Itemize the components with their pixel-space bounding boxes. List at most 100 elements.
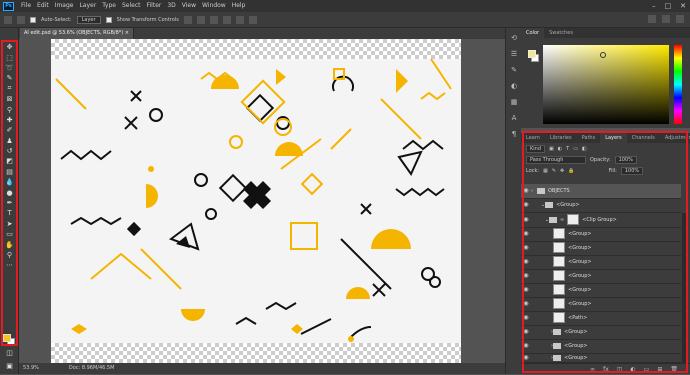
hand-tool-icon[interactable]: ✋ (0, 239, 19, 249)
search-icon[interactable] (648, 15, 656, 23)
filter-type-icon[interactable]: T (566, 146, 569, 152)
tab-adjustments[interactable]: Adjustments (660, 133, 690, 143)
tab-layers[interactable]: Layers (600, 133, 627, 143)
visibility-eye-icon[interactable]: ◉ (521, 272, 531, 279)
document-tab[interactable]: AI edit.psd @ 53.6% (OBJECTS, RGB/8*) × (20, 28, 134, 39)
align-middle-icon[interactable] (235, 15, 244, 24)
visibility-eye-icon[interactable]: ◉ (521, 258, 531, 265)
menu-layer[interactable]: Layer (76, 0, 99, 12)
pen-tool-icon[interactable]: ✒ (0, 198, 19, 208)
tab-paths[interactable]: Paths (577, 133, 601, 143)
screen-mode-icon[interactable]: ▣ (0, 361, 19, 371)
lock-image-icon[interactable]: ✎ (552, 168, 556, 174)
clone-stamp-tool-icon[interactable]: ♟ (0, 136, 19, 146)
maximize-button[interactable]: □ (665, 0, 672, 12)
menu-view[interactable]: View (179, 0, 199, 12)
path-select-tool-icon[interactable]: ➤ (0, 219, 19, 229)
layer-row[interactable]: ◉ <Group> (521, 255, 681, 270)
lock-transparent-icon[interactable]: ▦ (543, 168, 548, 174)
visibility-eye-icon[interactable]: ◉ (521, 216, 531, 223)
align-left-icon[interactable] (183, 15, 192, 24)
zoom-level[interactable]: 53.9% (23, 363, 39, 374)
eyedropper-tool-icon[interactable]: ⚲ (0, 104, 19, 114)
delete-layer-icon[interactable]: 🗑 (670, 364, 678, 374)
filter-shape-icon[interactable]: ▭ (573, 146, 578, 152)
visibility-eye-icon[interactable]: ◉ (521, 201, 531, 208)
visibility-eye-icon[interactable]: ◉ (521, 187, 531, 194)
layer-row[interactable]: ◉ › <Group> (521, 325, 681, 340)
quick-select-tool-icon[interactable]: ✎ (0, 73, 19, 83)
history-brush-tool-icon[interactable]: ↺ (0, 146, 19, 156)
brush-tool-icon[interactable]: ✐ (0, 125, 19, 135)
visibility-eye-icon[interactable]: ◉ (521, 300, 531, 307)
type-tool-icon[interactable]: T (0, 208, 19, 218)
rectangle-tool-icon[interactable]: ▭ (0, 229, 19, 239)
menu-help[interactable]: Help (229, 0, 249, 12)
visibility-eye-icon[interactable]: ◉ (521, 328, 531, 335)
layer-row[interactable]: ◉ <Group> (521, 283, 681, 298)
lasso-tool-icon[interactable]: ➰ (0, 63, 19, 73)
layer-row[interactable]: ◉ ⌄ <Group> (521, 198, 681, 213)
new-layer-icon[interactable]: ⊞ (657, 364, 662, 374)
filter-adjustment-icon[interactable]: ◐ (558, 146, 562, 152)
crop-tool-icon[interactable]: ⌗ (0, 84, 19, 94)
auto-select-target-dropdown[interactable]: Layer (76, 15, 101, 24)
zoom-tool-icon[interactable]: ⚲ (0, 250, 19, 260)
link-layers-icon[interactable]: ∞ (590, 364, 595, 374)
adjustment-layer-icon[interactable]: ◐ (630, 364, 635, 374)
gradient-tool-icon[interactable]: ▤ (0, 167, 19, 177)
tab-swatches[interactable]: Swatches (544, 28, 578, 38)
visibility-eye-icon[interactable]: ◉ (521, 286, 531, 293)
brush-settings-icon[interactable]: ✎ (507, 64, 521, 76)
layer-row[interactable]: ◉ › <Group> (521, 339, 681, 354)
panel-foreground-swatch[interactable] (528, 50, 536, 58)
move-tool-icon[interactable] (17, 15, 25, 24)
eraser-tool-icon[interactable]: ◩ (0, 156, 19, 166)
layer-row[interactable]: ◉ <Group> (521, 269, 681, 284)
lock-position-icon[interactable]: ✥ (560, 168, 564, 174)
transform-controls-checkbox[interactable] (105, 16, 112, 23)
fill-input[interactable]: 100% (620, 166, 644, 175)
layer-row[interactable]: ◉ › OBJECTS (521, 184, 681, 199)
layer-row[interactable]: ◉ › <Group> (521, 353, 681, 363)
menu-3d[interactable]: 3D (164, 0, 178, 12)
filter-smart-object-icon[interactable]: ◧ (582, 146, 587, 152)
align-center-icon[interactable] (196, 15, 205, 24)
menu-filter[interactable]: Filter (144, 0, 165, 12)
filter-kind-dropdown[interactable]: Kind (526, 144, 546, 153)
visibility-eye-icon[interactable]: ◉ (521, 342, 531, 349)
paragraph-icon[interactable]: ¶ (507, 128, 521, 140)
menu-select[interactable]: Select (119, 0, 144, 12)
adjust-icon[interactable]: ◐ (507, 80, 521, 92)
tab-libraries[interactable]: Libraries (545, 133, 577, 143)
visibility-eye-icon[interactable]: ◉ (521, 230, 531, 237)
menu-file[interactable]: File (18, 0, 34, 12)
visibility-eye-icon[interactable]: ◉ (521, 314, 531, 321)
tab-channels[interactable]: Channels (627, 133, 660, 143)
menu-image[interactable]: Image (52, 0, 77, 12)
opacity-input[interactable]: 100% (614, 155, 637, 164)
libraries-icon[interactable]: ▦ (507, 96, 521, 108)
layer-row[interactable]: ◉ <Group> (521, 227, 681, 242)
layer-row[interactable]: ◉ <Group> (521, 297, 681, 312)
layer-row[interactable]: ◉ <Group> (521, 241, 681, 256)
artboard[interactable] (51, 39, 461, 363)
quick-mask-icon[interactable]: ◫ (0, 348, 19, 358)
menu-edit[interactable]: Edit (34, 0, 52, 12)
layers-scrollbar[interactable] (682, 213, 687, 363)
share-icon[interactable] (676, 15, 684, 23)
marquee-tool-icon[interactable]: ⬚ (0, 52, 19, 62)
lock-all-icon[interactable]: 🔒 (568, 168, 574, 174)
tab-learn[interactable]: Learn (521, 133, 545, 143)
color-picker-ring[interactable] (600, 52, 606, 58)
filter-pixel-icon[interactable]: ▣ (549, 146, 554, 152)
blur-tool-icon[interactable]: 💧 (0, 177, 19, 187)
properties-icon[interactable]: ☰ (507, 48, 521, 60)
healing-brush-tool-icon[interactable]: ✚ (0, 115, 19, 125)
history-icon[interactable]: ⟲ (507, 32, 521, 44)
menu-type[interactable]: Type (99, 0, 119, 12)
more-tools-icon[interactable]: ⋯ (0, 260, 19, 270)
dodge-tool-icon[interactable]: ● (0, 187, 19, 197)
character-icon[interactable]: A (507, 112, 521, 124)
add-mask-icon[interactable]: ◫ (617, 364, 623, 374)
